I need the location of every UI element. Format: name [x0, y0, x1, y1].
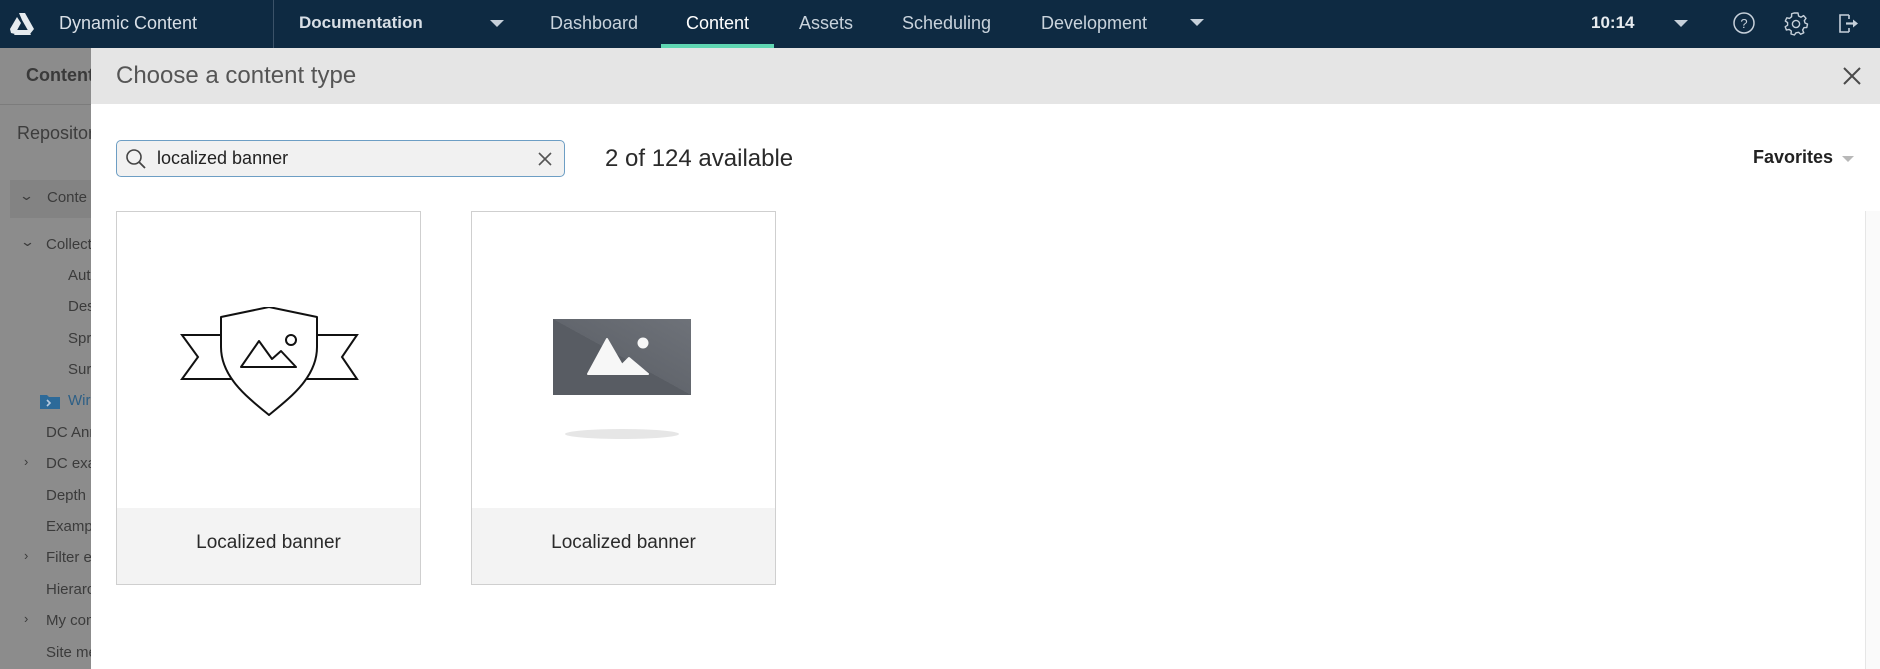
- card-preview: [472, 212, 775, 508]
- modal-scrollbar[interactable]: [1865, 211, 1880, 669]
- tree-item[interactable]: Hierarc: [46, 581, 91, 598]
- clear-search-icon[interactable]: [536, 150, 554, 168]
- settings-gear-icon[interactable]: [1783, 10, 1809, 36]
- card-label: Localized banner: [551, 532, 696, 553]
- help-icon[interactable]: ?: [1731, 10, 1757, 36]
- tab-scheduling[interactable]: Scheduling: [902, 13, 991, 34]
- card-preview: [117, 212, 420, 508]
- folder-icon: [40, 395, 60, 409]
- tree-item[interactable]: My con: [46, 612, 91, 629]
- amplience-logo-icon[interactable]: [8, 11, 36, 37]
- tree-item[interactable]: Sur: [68, 361, 91, 378]
- clock-dropdown-caret-icon[interactable]: [1674, 20, 1688, 27]
- search-icon: [126, 149, 146, 169]
- hub-selector[interactable]: Documentation: [299, 13, 423, 33]
- card-label: Localized banner: [196, 532, 341, 553]
- tree-item[interactable]: DC Ann: [46, 424, 91, 441]
- content-type-search[interactable]: [116, 140, 565, 177]
- tree-item-collection[interactable]: Collect: [46, 236, 91, 253]
- tab-development[interactable]: Development: [1041, 13, 1147, 34]
- hub-dropdown-caret-icon[interactable]: [490, 20, 504, 27]
- tree-item[interactable]: DC exa: [46, 455, 91, 472]
- image-placeholder-icon: [553, 319, 691, 439]
- favorites-caret-icon[interactable]: [1842, 156, 1854, 162]
- tree-item[interactable]: Spr: [68, 330, 91, 347]
- favorites-filter-dropdown[interactable]: Favorites: [1753, 147, 1833, 168]
- tree-item[interactable]: Depth: [46, 487, 86, 504]
- sidebar-title: Content: [26, 65, 91, 85]
- choose-content-type-modal: Choose a content type 2 of 124 available…: [91, 48, 1880, 669]
- app-name: Dynamic Content: [59, 13, 198, 33]
- content-type-card[interactable]: Localized banner: [116, 211, 421, 585]
- results-count: 2 of 124 available: [605, 145, 794, 172]
- tree-item-selected[interactable]: Wir: [68, 392, 91, 409]
- tab-dashboard[interactable]: Dashboard: [550, 13, 638, 34]
- nav-divider: [273, 0, 274, 48]
- search-input[interactable]: [157, 145, 527, 171]
- shield-banner-icon: [180, 307, 359, 416]
- sidebar-header: Content: [0, 48, 91, 105]
- tree-item[interactable]: Des: [68, 298, 91, 315]
- modal-header: Choose a content type: [91, 48, 1880, 104]
- tree-item[interactable]: Examp: [46, 518, 91, 535]
- card-label-area: Localized banner: [472, 508, 775, 584]
- content-type-card[interactable]: Localized banner: [471, 211, 776, 585]
- content-sidebar-underlay: Content Repositor ⌄ Conte ⌄ Collect Aut …: [0, 48, 91, 669]
- close-icon[interactable]: [1840, 64, 1864, 88]
- chevron-down-icon[interactable]: ⌄: [20, 234, 35, 250]
- chevron-down-icon[interactable]: ⌄: [19, 188, 34, 204]
- chevron-right-icon[interactable]: ›: [24, 548, 28, 563]
- card-label-area: Localized banner: [117, 508, 420, 584]
- tab-content[interactable]: Content: [686, 13, 749, 34]
- logout-icon[interactable]: [1835, 10, 1861, 36]
- tree-item[interactable]: Aut: [68, 267, 91, 284]
- tree-item-content[interactable]: Conte: [47, 189, 87, 206]
- clock: 10:14: [1591, 13, 1635, 32]
- tree-item[interactable]: Site me: [46, 644, 91, 661]
- development-dropdown-caret-icon[interactable]: [1190, 19, 1204, 26]
- repository-label: Repositor: [17, 123, 91, 143]
- svg-text:?: ?: [1740, 16, 1747, 31]
- tree-item[interactable]: Filter e: [46, 549, 91, 566]
- modal-title: Choose a content type: [116, 62, 357, 89]
- tab-assets[interactable]: Assets: [799, 13, 853, 34]
- chevron-right-icon[interactable]: ›: [24, 611, 28, 626]
- chevron-right-icon[interactable]: ›: [24, 454, 28, 469]
- top-navigation-bar: Dynamic Content Documentation Dashboard …: [0, 0, 1880, 48]
